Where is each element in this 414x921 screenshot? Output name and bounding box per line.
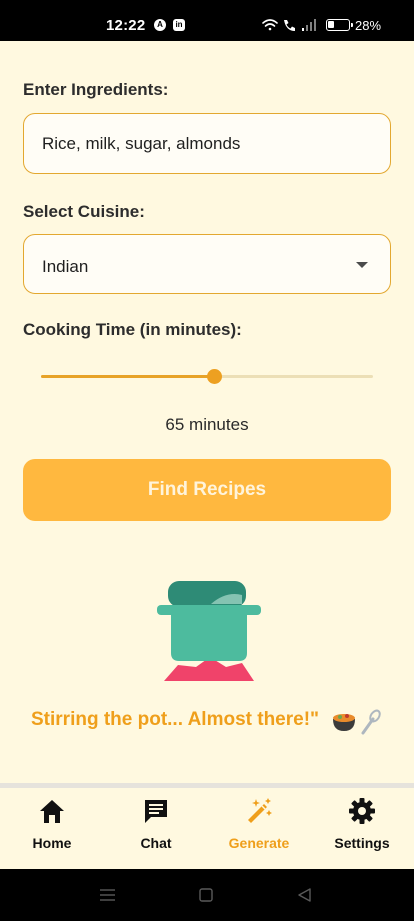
ingredients-input[interactable]: Rice, milk, sugar, almonds: [23, 113, 391, 174]
magic-wand-icon: [248, 798, 272, 823]
linkedin-notification-icon: in: [173, 19, 185, 31]
system-nav-buttons: [100, 888, 311, 902]
bottom-navigation: Home Chat Generate Settings: [0, 788, 414, 869]
status-bar: 12:22 A in 28%: [0, 0, 414, 41]
nav-label-home: Home: [32, 835, 72, 851]
chat-icon: [145, 800, 167, 823]
gear-icon: [349, 798, 375, 824]
battery-icon: [326, 19, 353, 31]
home-icon: [40, 800, 64, 823]
connectivity-icons: [262, 19, 316, 31]
generate-screen: Enter Ingredients: Rice, milk, sugar, al…: [0, 41, 414, 869]
loading-message: Stirring the pot... Almost there!": [31, 709, 320, 730]
system-home-icon: [199, 888, 213, 902]
nav-item-generate[interactable]: Generate: [207, 788, 311, 869]
nav-label-generate: Generate: [228, 835, 290, 851]
wifi-icon: [262, 19, 278, 31]
wifi-call-icon: [284, 20, 295, 31]
system-back-icon: [298, 888, 311, 902]
nav-item-settings[interactable]: Settings: [310, 788, 414, 869]
cooking-time-slider[interactable]: [41, 365, 373, 389]
cooking-time-value: 65 minutes: [165, 415, 249, 434]
find-recipes-button[interactable]: Find Recipes: [23, 459, 391, 521]
nav-item-home[interactable]: Home: [0, 788, 104, 869]
status-time: 12:22: [106, 17, 146, 34]
slider-fill: [41, 375, 214, 378]
nav-label-settings: Settings: [334, 835, 390, 851]
nav-item-chat[interactable]: Chat: [104, 788, 208, 869]
dropdown-arrow-icon: [356, 262, 368, 268]
app-notification-icon: A: [154, 19, 166, 31]
food-bowl-spoon-icon: [333, 709, 381, 735]
slider-thumb[interactable]: [206, 369, 222, 384]
cuisine-select[interactable]: Indian: [23, 234, 391, 294]
recent-apps-icon: [100, 889, 115, 901]
signal-icon: [302, 19, 316, 31]
ingredients-label: Enter Ingredients:: [23, 80, 169, 99]
cuisine-selected-value: Indian: [42, 257, 89, 276]
nav-label-chat: Chat: [140, 835, 172, 851]
system-navigation-bar: [0, 869, 414, 921]
cooking-time-label: Cooking Time (in minutes):: [23, 320, 242, 339]
cuisine-label: Select Cuisine:: [23, 202, 145, 221]
ingredients-value: Rice, milk, sugar, almonds: [42, 134, 241, 153]
cooking-pot-icon: [157, 581, 261, 681]
battery-percent: 28%: [355, 18, 382, 33]
